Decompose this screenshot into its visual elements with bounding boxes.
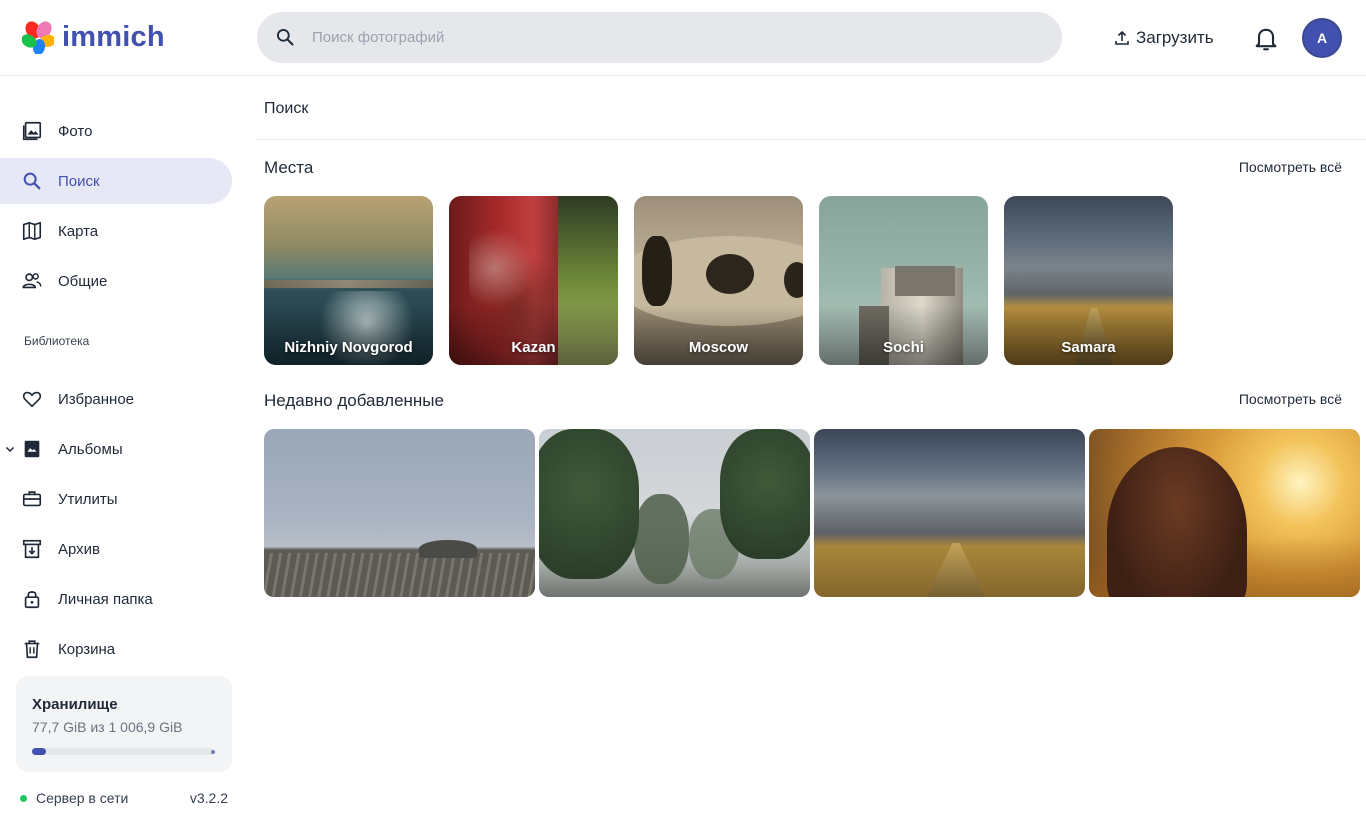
sidebar: Фото Поиск Карта Общие Библиотека Избран… [0, 76, 248, 820]
sidebar-item-utilities[interactable]: Утилиты [0, 476, 232, 522]
upload-button[interactable]: Загрузить [1106, 20, 1222, 56]
user-avatar[interactable]: A [1302, 18, 1342, 58]
sidebar-item-label: Личная папка [58, 590, 153, 608]
storage-progress-bar [32, 748, 215, 755]
place-name: Kazan [511, 339, 556, 356]
places-view-all-link[interactable]: Посмотреть всё [1239, 159, 1342, 175]
place-name: Sochi [883, 339, 924, 356]
place-card[interactable]: Kazan [449, 196, 618, 365]
chevron-down-icon[interactable] [4, 443, 16, 455]
recent-row [264, 429, 1360, 597]
sidebar-item-albums[interactable]: Альбомы [0, 426, 232, 472]
sidebar-item-label: Альбомы [58, 440, 123, 458]
app-name: immich [62, 21, 165, 53]
sidebar-item-search[interactable]: Поиск [0, 158, 232, 204]
sidebar-item-label: Архив [58, 540, 101, 558]
places-heading: Места [264, 158, 314, 177]
recent-view-all-link[interactable]: Посмотреть всё [1239, 391, 1342, 407]
heart-icon [22, 391, 42, 408]
people-icon [22, 273, 42, 289]
search-icon [23, 172, 41, 190]
recent-heading: Недавно добавленные [264, 391, 444, 410]
server-status: Сервер в сети v3.2.2 [20, 790, 230, 806]
recent-photo[interactable] [1089, 429, 1360, 597]
place-card[interactable]: Sochi [819, 196, 988, 365]
page-header: Поиск [256, 76, 1366, 140]
page-title: Поиск [264, 100, 309, 117]
search-icon [277, 29, 294, 46]
immich-logo[interactable]: immich [22, 20, 165, 54]
search-input[interactable] [312, 12, 1032, 63]
sidebar-item-label: Фото [58, 122, 93, 140]
storage-title: Хранилище [32, 696, 118, 713]
recent-photo[interactable] [539, 429, 810, 597]
sidebar-item-archive[interactable]: Архив [0, 526, 232, 572]
trash-icon [24, 640, 40, 659]
server-version[interactable]: v3.2.2 [190, 790, 228, 806]
sidebar-item-favorites[interactable]: Избранное [0, 376, 232, 422]
recent-photo[interactable] [814, 429, 1085, 597]
place-card[interactable]: Samara [1004, 196, 1173, 365]
sidebar-item-label: Общие [58, 272, 108, 290]
sidebar-item-label: Корзина [58, 640, 116, 658]
place-name: Moscow [688, 339, 749, 356]
album-icon [24, 440, 40, 458]
sidebar-item-label: Избранное [58, 390, 135, 408]
place-card[interactable]: Moscow [634, 196, 803, 365]
sidebar-item-locked-folder[interactable]: Личная папка [0, 576, 232, 622]
search-bar[interactable] [257, 12, 1062, 63]
storage-progress-fill [32, 748, 47, 755]
place-card[interactable]: Nizhniy Novgorod [264, 196, 433, 365]
sidebar-item-photos[interactable]: Фото [0, 108, 232, 154]
sidebar-item-label: Утилиты [58, 490, 118, 508]
immich-logo-icon [22, 21, 54, 54]
place-name: Nizhniy Novgorod [284, 339, 413, 356]
storage-usage: 77,7 GiB из 1 006,9 GiB [32, 719, 183, 735]
sidebar-item-trash[interactable]: Корзина [0, 626, 232, 672]
online-indicator [20, 794, 27, 802]
upload-label: Загрузить [1136, 28, 1214, 47]
server-status-text: Сервер в сети [36, 790, 129, 806]
toolbox-icon [22, 491, 42, 507]
storage-progress-end [211, 750, 215, 754]
sidebar-item-sharing[interactable]: Общие [0, 258, 232, 304]
sidebar-item-label: Карта [58, 222, 99, 240]
recent-photo[interactable] [264, 429, 535, 597]
place-name: Samara [1061, 339, 1116, 356]
upload-icon [1115, 30, 1129, 45]
top-bar: immich Загрузить A [0, 0, 1366, 76]
sidebar-item-map[interactable]: Карта [0, 208, 232, 254]
map-icon [22, 221, 42, 241]
archive-icon [22, 539, 42, 559]
photos-icon [22, 121, 42, 141]
bell-icon[interactable] [1252, 24, 1280, 52]
library-section-label: Библиотека [24, 334, 90, 348]
places-row: Nizhniy Novgorod Kazan Moscow Sochi Sama… [264, 196, 1173, 365]
lock-icon [24, 591, 40, 609]
storage-card[interactable]: Хранилище 77,7 GiB из 1 006,9 GiB [16, 676, 232, 772]
sidebar-item-label: Поиск [58, 172, 100, 190]
